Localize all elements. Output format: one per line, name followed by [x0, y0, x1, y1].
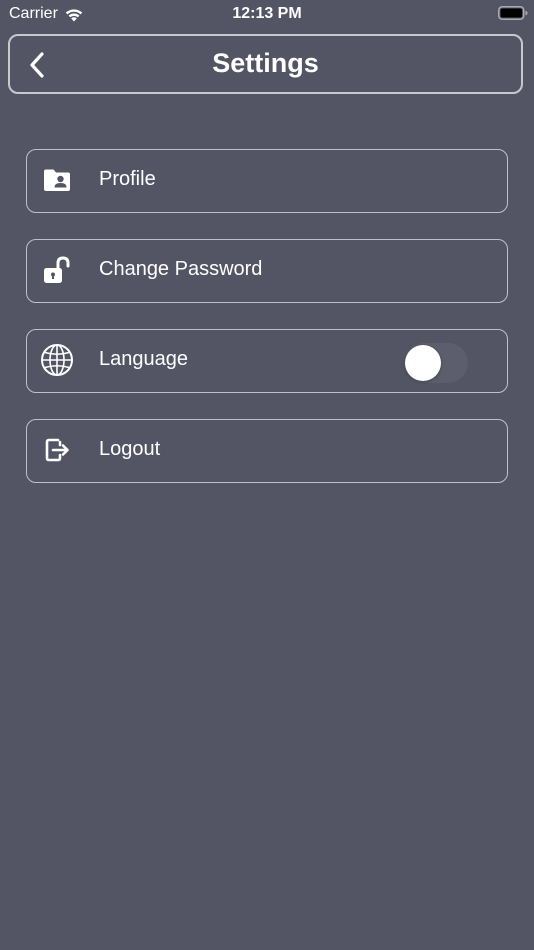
globe-icon: [40, 344, 74, 376]
menu-item-change-password[interactable]: Change Password: [26, 239, 508, 303]
language-toggle[interactable]: [404, 343, 468, 383]
menu-item-label: Profile: [99, 168, 156, 190]
status-time: 12:13 PM: [232, 5, 302, 22]
menu-item-logout[interactable]: Logout: [26, 419, 508, 483]
page-title: Settings: [212, 48, 319, 78]
logout-icon: [40, 434, 74, 466]
menu-item-profile[interactable]: Profile: [26, 149, 508, 213]
battery-icon: [498, 6, 528, 20]
status-bar: Carrier 12:13 PM: [0, 0, 534, 28]
header-bar: Settings: [8, 34, 523, 94]
unlock-icon: [40, 254, 74, 286]
menu-item-label: Change Password: [99, 258, 263, 280]
settings-menu: Profile Change Password Language Logout: [26, 149, 508, 509]
menu-item-label: Logout: [99, 438, 161, 460]
profile-folder-icon: [40, 164, 74, 196]
toggle-knob: [405, 345, 441, 381]
menu-item-label: Language: [99, 348, 188, 370]
menu-item-language[interactable]: Language: [26, 329, 508, 393]
